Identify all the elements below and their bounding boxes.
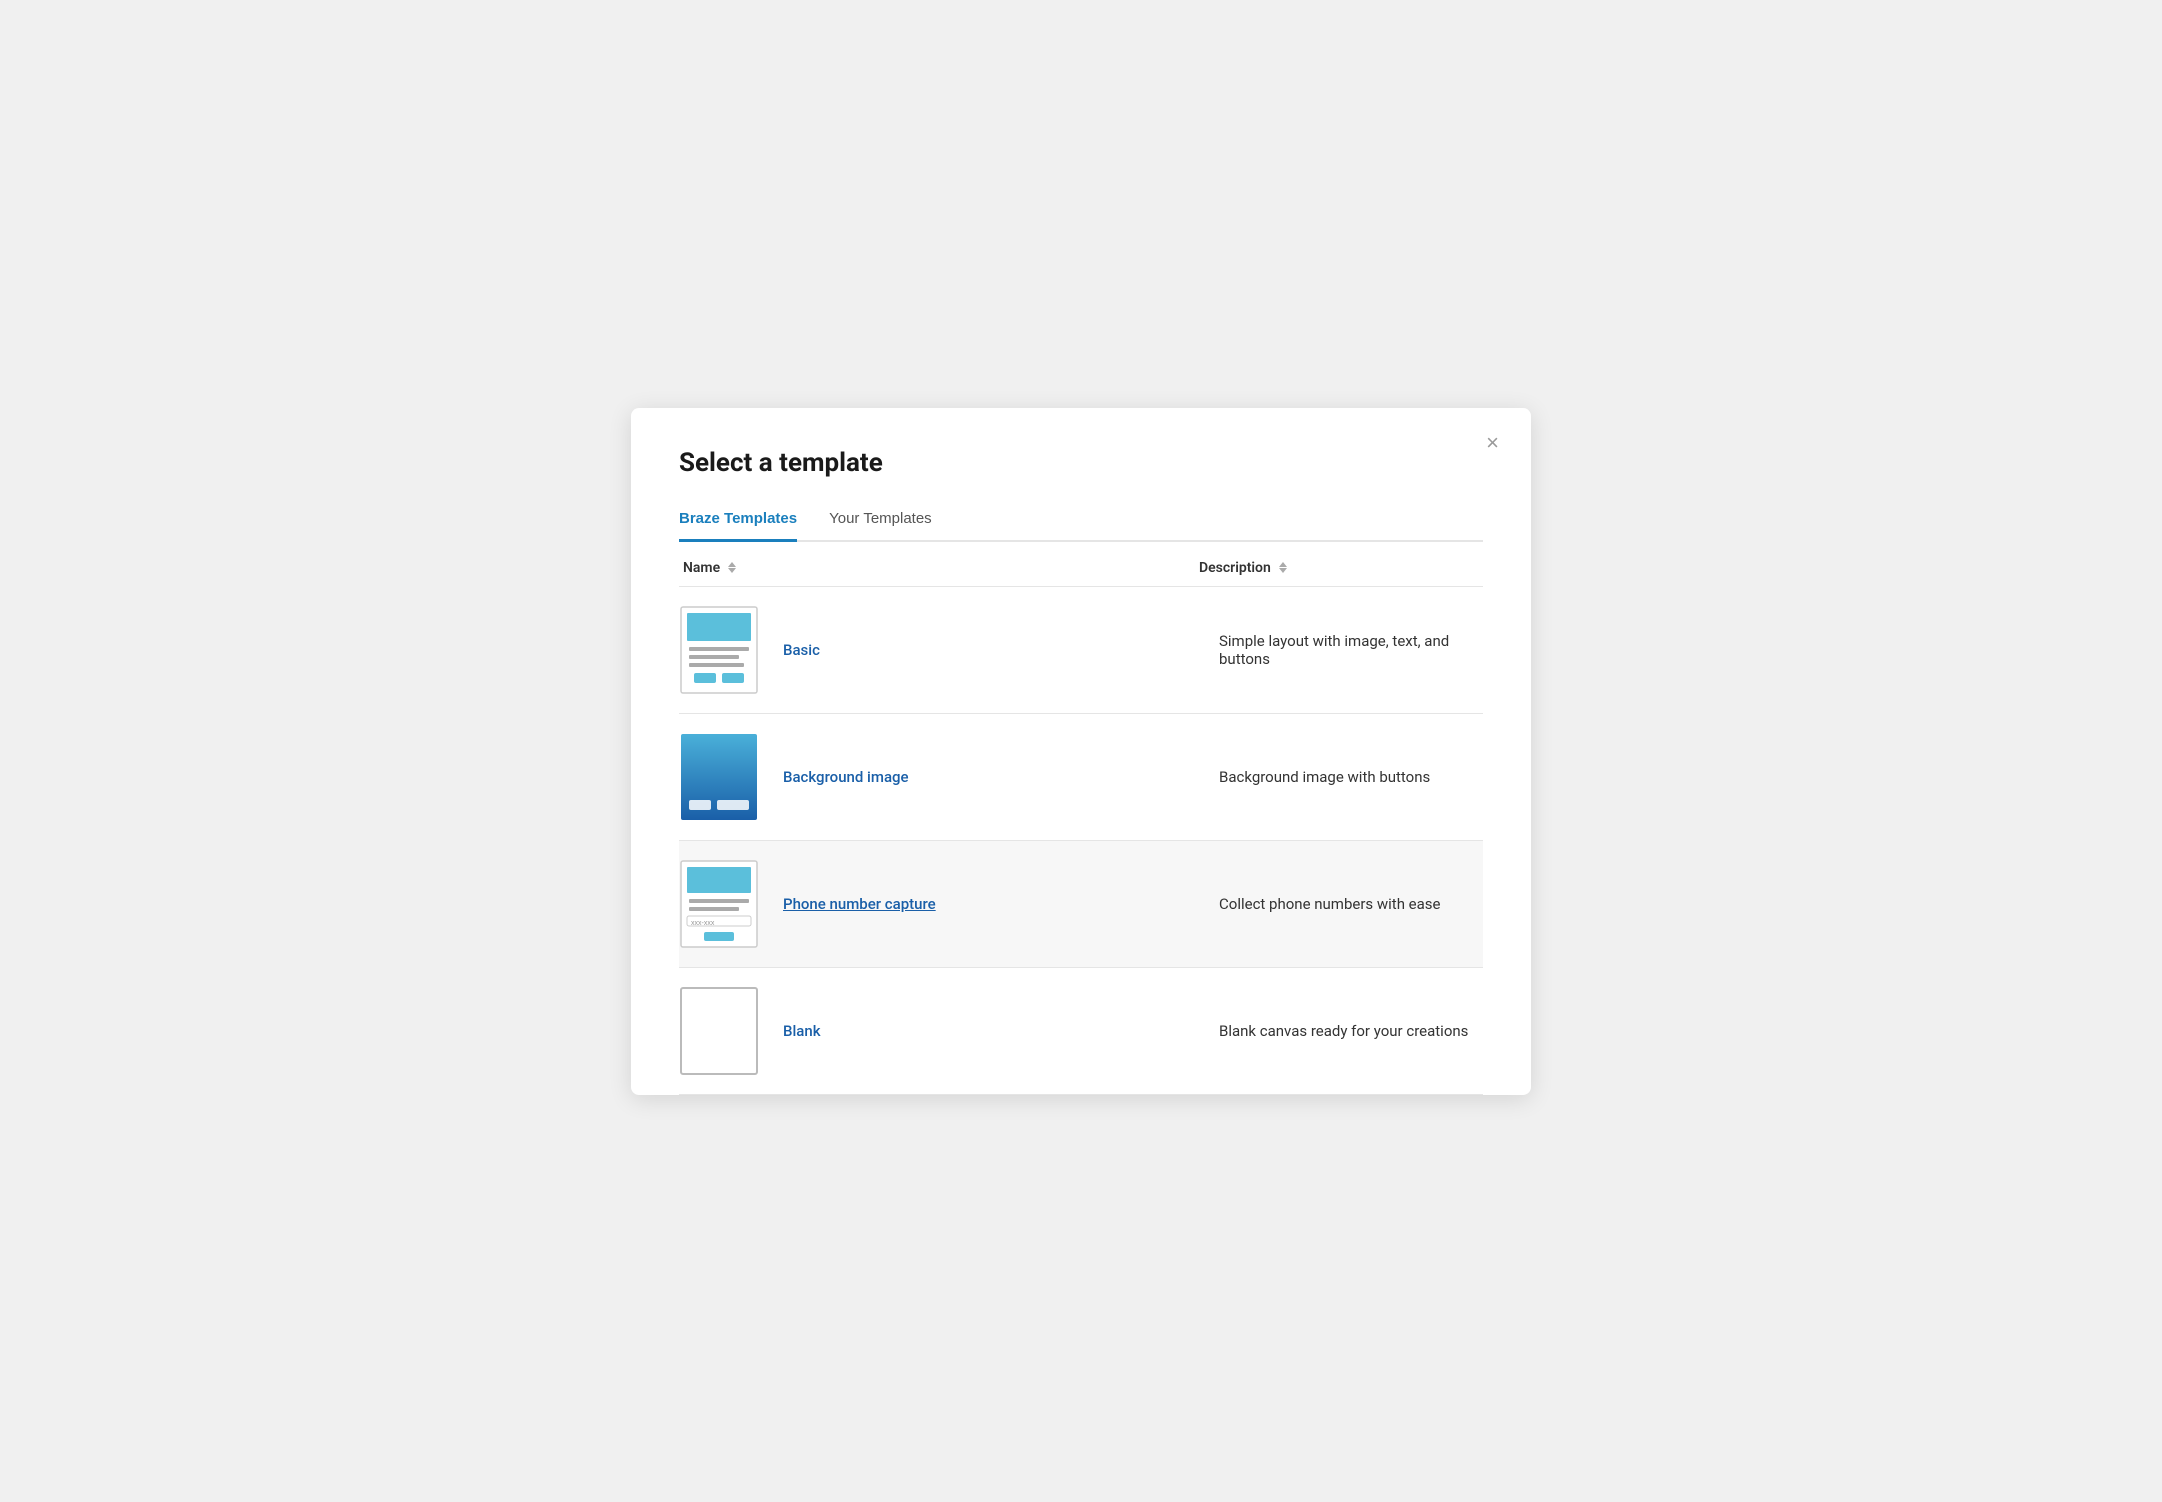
col-desc-header: Description <box>1199 560 1483 576</box>
blank-name: Blank <box>783 1022 821 1040</box>
name-sort-icon[interactable] <box>728 562 736 573</box>
template-row-basic[interactable]: Basic Simple layout with image, text, an… <box>679 587 1483 714</box>
tab-braze-templates[interactable]: Braze Templates <box>679 502 797 542</box>
bg-name: Background image <box>783 768 909 786</box>
sort-up-icon <box>728 562 736 567</box>
template-row-blank[interactable]: Blank Blank canvas ready for your creati… <box>679 968 1483 1095</box>
thumb-blank <box>679 986 759 1076</box>
bg-name-col: Background image <box>779 767 1219 786</box>
basic-name-col: Basic <box>779 640 1219 659</box>
select-template-modal: × Select a template Braze Templates Your… <box>631 408 1531 1095</box>
bg-desc: Background image with buttons <box>1219 768 1483 786</box>
sort-down-icon <box>728 568 736 573</box>
phone-desc: Collect phone numbers with ease <box>1219 895 1483 913</box>
name-header-label: Name <box>683 560 720 576</box>
desc-header-label: Description <box>1199 560 1271 576</box>
tabs-container: Braze Templates Your Templates <box>679 502 1483 542</box>
svg-text:xxx-xxx: xxx-xxx <box>691 920 715 927</box>
basic-desc: Simple layout with image, text, and butt… <box>1219 632 1483 668</box>
col-name-header: Name <box>679 560 1199 576</box>
thumb-phone: xxx-xxx <box>679 859 759 949</box>
sort-up-icon2 <box>1279 562 1287 567</box>
thumb-bg <box>679 732 759 822</box>
template-row-background-image[interactable]: Background image Background image with b… <box>679 714 1483 841</box>
blank-desc: Blank canvas ready for your creations <box>1219 1022 1483 1040</box>
basic-name: Basic <box>783 641 820 659</box>
phone-name-col: Phone number capture <box>779 894 1219 913</box>
modal-title: Select a template <box>679 448 1483 478</box>
close-button[interactable]: × <box>1478 428 1507 458</box>
table-header: Name Description <box>679 542 1483 587</box>
close-icon: × <box>1486 430 1499 455</box>
tab-your-templates[interactable]: Your Templates <box>829 502 932 542</box>
phone-name: Phone number capture <box>783 895 936 913</box>
blank-name-col: Blank <box>779 1021 1219 1040</box>
template-row-phone-capture[interactable]: xxx-xxx Phone number capture Collect pho… <box>679 841 1483 968</box>
sort-down-icon2 <box>1279 568 1287 573</box>
thumb-basic <box>679 605 759 695</box>
desc-sort-icon[interactable] <box>1279 562 1287 573</box>
